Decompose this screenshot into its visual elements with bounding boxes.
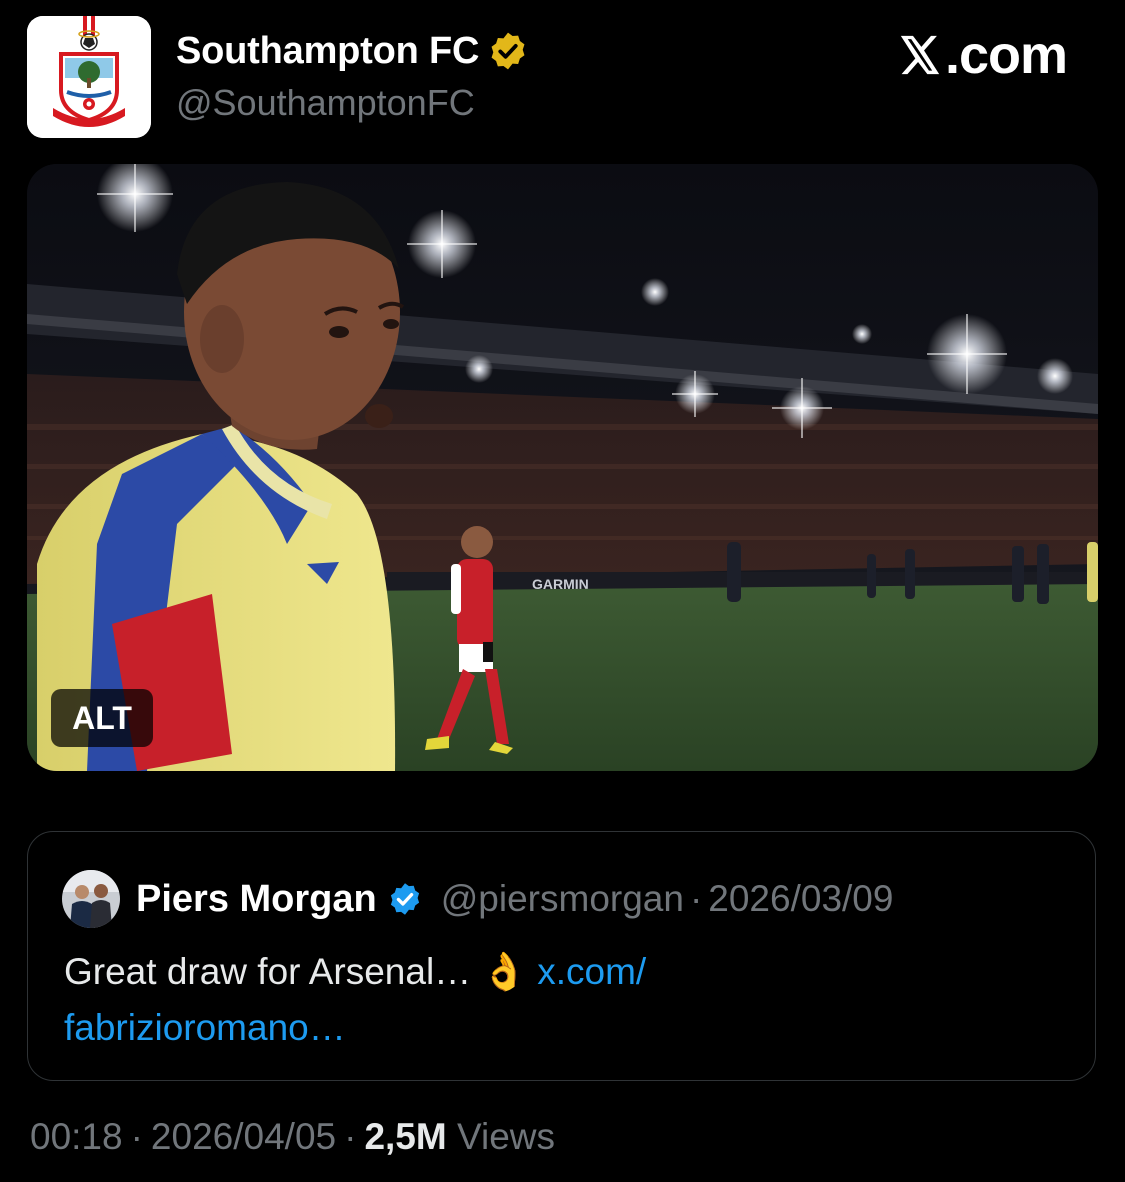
verified-blue-icon <box>387 881 423 917</box>
southampton-crest-icon <box>27 16 151 138</box>
quoted-date[interactable]: 2026/03/09 <box>708 878 893 920</box>
x-site-label: .com <box>944 25 1068 85</box>
tweet-date[interactable]: 2026/04/05 <box>151 1116 336 1157</box>
verified-gold-icon <box>487 30 529 72</box>
quoted-text-body: Great draw for Arsenal… <box>64 951 472 992</box>
author-name-row: Southampton FC <box>176 28 529 74</box>
quoted-link-part1[interactable]: x.com/ <box>537 951 646 992</box>
quoted-avatar-photo <box>62 870 120 928</box>
x-site-mark: .com <box>897 24 1068 86</box>
author-avatar[interactable] <box>27 16 151 138</box>
stadium-photo: GARMIN <box>27 164 1098 771</box>
quoted-tweet-text: Great draw for Arsenal… 👌 x.com/ fabrizior… <box>64 944 1064 1056</box>
quoted-author-avatar[interactable] <box>62 870 120 928</box>
tweet-media-photo[interactable]: GARMIN ALT <box>27 164 1098 771</box>
meta-separator-1: · <box>130 1116 143 1157</box>
quoted-author-name[interactable]: Piers Morgan <box>136 878 377 921</box>
views-label: Views <box>456 1116 556 1157</box>
alt-badge[interactable]: ALT <box>51 689 153 747</box>
views-count[interactable]: 2,5M <box>364 1116 446 1157</box>
quoted-link-part2[interactable]: fabrizioromano… <box>64 1007 346 1048</box>
ok-hand-emoji: 👌 <box>481 950 528 993</box>
quoted-author-handle[interactable]: @piersmorgan <box>441 878 684 920</box>
quoted-separator: · <box>689 878 703 919</box>
meta-separator-2: · <box>344 1116 357 1157</box>
tweet-time[interactable]: 00:18 <box>30 1116 123 1157</box>
author-block[interactable]: Southampton FC @SouthamptonFC <box>176 28 529 124</box>
author-name[interactable]: Southampton FC <box>176 30 479 73</box>
x-logo-icon <box>900 35 940 75</box>
author-handle[interactable]: @SouthamptonFC <box>176 82 529 124</box>
quoted-tweet-card[interactable]: Piers Morgan @piersmorgan · 2026/03/09 G… <box>27 831 1096 1081</box>
quoted-tweet-header: Piers Morgan @piersmorgan · 2026/03/09 <box>62 870 893 928</box>
tweet-meta: 00:18 · 2026/04/05 · 2,5M Views <box>30 1116 555 1158</box>
